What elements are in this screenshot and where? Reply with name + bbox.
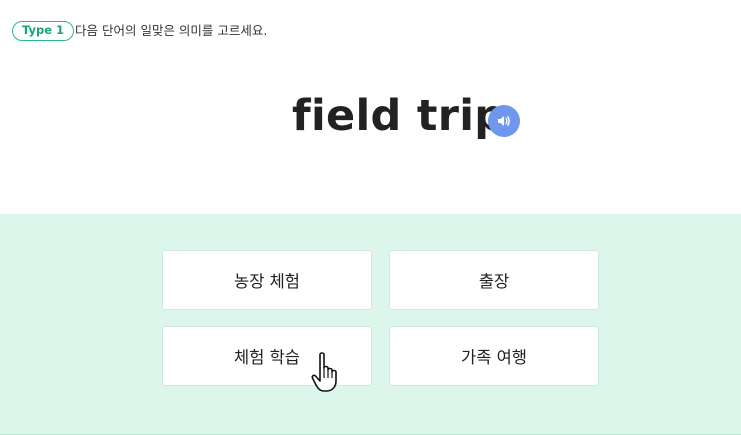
play-audio-button[interactable]: [488, 105, 520, 137]
instruction-text: 다음 단어의 일맞은 의미를 고르세요.: [75, 23, 268, 38]
option-1-button[interactable]: 농장 체험: [162, 250, 372, 310]
type-badge: Type 1: [12, 21, 75, 41]
question-area: Type 1 다음 단어의 일맞은 의미를 고르세요. field trip: [0, 0, 741, 214]
answer-area: 농장 체험 출장 체험 학습 가족 여행: [0, 214, 741, 435]
speaker-icon: [498, 116, 510, 126]
word-row: field trip: [0, 86, 741, 150]
vocabulary-word: field trip: [292, 91, 506, 141]
option-2-button[interactable]: 출장: [389, 250, 599, 310]
option-4-button[interactable]: 가족 여행: [389, 326, 599, 386]
option-3-button[interactable]: 체험 학습: [162, 326, 372, 386]
